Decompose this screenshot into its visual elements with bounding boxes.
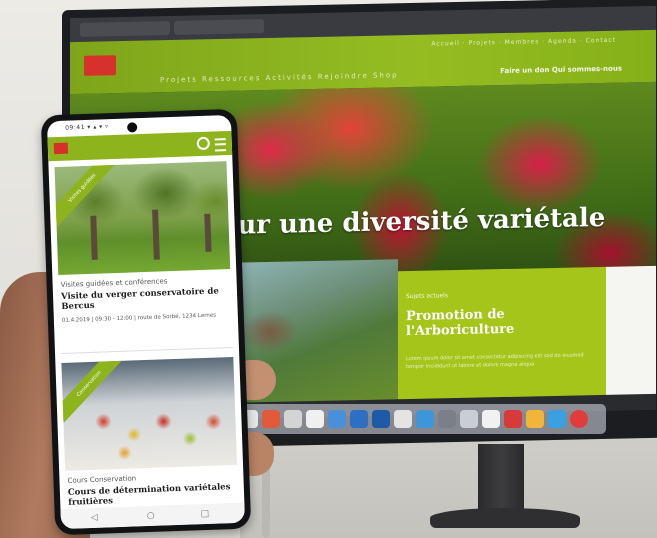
app-icon[interactable] <box>570 410 588 428</box>
app-icon[interactable] <box>460 410 478 428</box>
status-bar: 09:41 ▾ ▴ ▾ ▿ <box>65 123 109 132</box>
card-ribbon: Visites guidées <box>54 161 119 227</box>
feature-card[interactable]: Sujets actuels Promotion de l'Arboricult… <box>398 266 606 400</box>
hero-title: our une diversité variétale <box>220 202 606 241</box>
app-icon[interactable] <box>438 410 456 428</box>
app-icon[interactable] <box>284 410 302 428</box>
tree-trunk <box>204 213 212 252</box>
divider <box>61 346 233 354</box>
app-icon[interactable] <box>262 410 280 428</box>
recents-icon[interactable]: □ <box>201 509 211 519</box>
card-title[interactable]: Visite du verger conservatoire de Bercus <box>61 286 232 311</box>
card-date: 01.4.2019 | 09:30 - 12:00 | route de Sor… <box>61 312 217 324</box>
app-icon[interactable] <box>482 410 500 428</box>
tree-trunk <box>90 215 98 260</box>
card-category: Visites guidées et conférences <box>60 277 168 289</box>
side-panel <box>606 265 656 395</box>
site-main-nav[interactable]: Projets Ressources Activités Rejoindre S… <box>160 71 399 84</box>
app-bar <box>47 130 233 162</box>
app-logo[interactable] <box>53 142 69 155</box>
app-icon[interactable] <box>526 410 544 428</box>
app-icon[interactable] <box>416 410 434 428</box>
app-icon[interactable] <box>548 410 566 428</box>
monitor-stand-base <box>430 508 580 528</box>
app-icon[interactable] <box>372 410 390 428</box>
phone-screen: 09:41 ▾ ▴ ▾ ▿ Visites guidées Visites gu… <box>46 114 246 530</box>
site-top-nav[interactable]: Accueil · Projets · Membres · Agenda · C… <box>431 37 616 48</box>
card-ribbon: Conservation <box>61 356 126 423</box>
site-header-links[interactable]: Faire un don Qui sommes-nous <box>500 65 622 76</box>
feature-card-text: Lorem ipsum dolor sit amet consectetur a… <box>406 352 584 371</box>
card-image-apples[interactable]: Conservation <box>61 356 238 471</box>
home-icon[interactable]: ○ <box>147 511 157 521</box>
app-icon[interactable] <box>306 410 324 428</box>
feature-card-title: Promotion de l'Arboriculture <box>406 307 515 340</box>
browser-tab[interactable] <box>80 21 170 37</box>
site-logo[interactable] <box>84 55 116 76</box>
camera-notch <box>127 122 138 133</box>
card-image-orchard[interactable]: Visites guidées <box>54 161 231 276</box>
search-icon[interactable] <box>196 136 211 151</box>
smartphone: 09:41 ▾ ▴ ▾ ▿ Visites guidées Visites gu… <box>40 108 252 536</box>
hamburger-menu-icon[interactable] <box>214 138 227 152</box>
browser-tab[interactable] <box>174 19 264 35</box>
app-icon[interactable] <box>350 410 368 428</box>
app-icon[interactable] <box>504 410 522 428</box>
app-icon[interactable] <box>328 410 346 428</box>
feature-card-kicker: Sujets actuels <box>406 292 448 301</box>
back-icon[interactable]: ◁ <box>91 513 101 523</box>
monitor-stand <box>478 444 524 514</box>
card-category: Cours Conservation <box>67 474 137 485</box>
app-dock <box>186 404 606 434</box>
app-icon[interactable] <box>394 410 412 428</box>
tree-trunk <box>152 209 160 260</box>
